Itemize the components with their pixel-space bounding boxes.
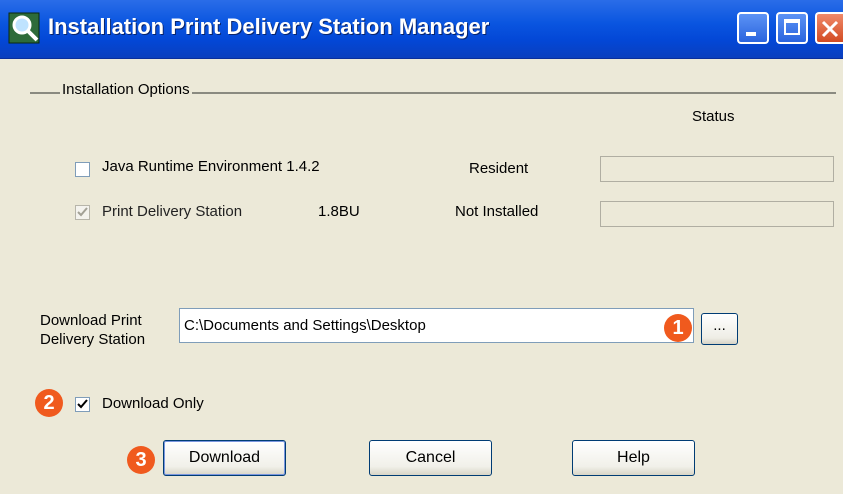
cancel-button[interactable]: Cancel <box>369 440 492 476</box>
pds-checkbox[interactable] <box>75 205 90 220</box>
download-button[interactable]: Download <box>163 440 286 476</box>
maximize-button[interactable] <box>776 12 808 44</box>
minimize-button[interactable] <box>737 12 769 44</box>
download-label-line2: Delivery Station <box>40 331 146 348</box>
close-button[interactable] <box>815 12 843 44</box>
pds-component-name: Print Delivery Station <box>102 203 243 220</box>
pds-version: 1.8BU <box>318 203 360 220</box>
pds-status-box <box>600 201 834 227</box>
group-label: Installation Options <box>60 81 192 98</box>
status-column-header: Status <box>692 108 735 125</box>
browse-button[interactable]: ... <box>701 313 738 345</box>
download-only-label: Download Only <box>102 395 204 412</box>
window-title: Installation Print Delivery Station Mana… <box>48 14 490 39</box>
marker-1: 1 <box>664 314 692 342</box>
manager-window: Installation Print Delivery Station Mana… <box>0 0 843 494</box>
close-icon <box>821 20 839 38</box>
java-component-name: Java Runtime Environment 1.4.2 <box>102 158 320 175</box>
checkmark-icon <box>77 207 88 217</box>
checkmark-icon <box>77 399 88 409</box>
java-checkbox[interactable] <box>75 162 90 177</box>
title-bar[interactable]: Installation Print Delivery Station Mana… <box>0 0 843 59</box>
java-status-box <box>600 156 834 182</box>
magnifier-icon <box>8 12 40 44</box>
download-only-checkbox[interactable] <box>75 397 90 412</box>
download-label-line1: Download Print <box>40 312 142 329</box>
help-button[interactable]: Help <box>572 440 695 476</box>
download-path-input[interactable] <box>179 308 694 343</box>
java-status-text: Resident <box>469 160 529 177</box>
pds-status-text: Not Installed <box>455 203 539 220</box>
marker-3: 3 <box>127 446 155 474</box>
marker-2: 2 <box>35 389 63 417</box>
